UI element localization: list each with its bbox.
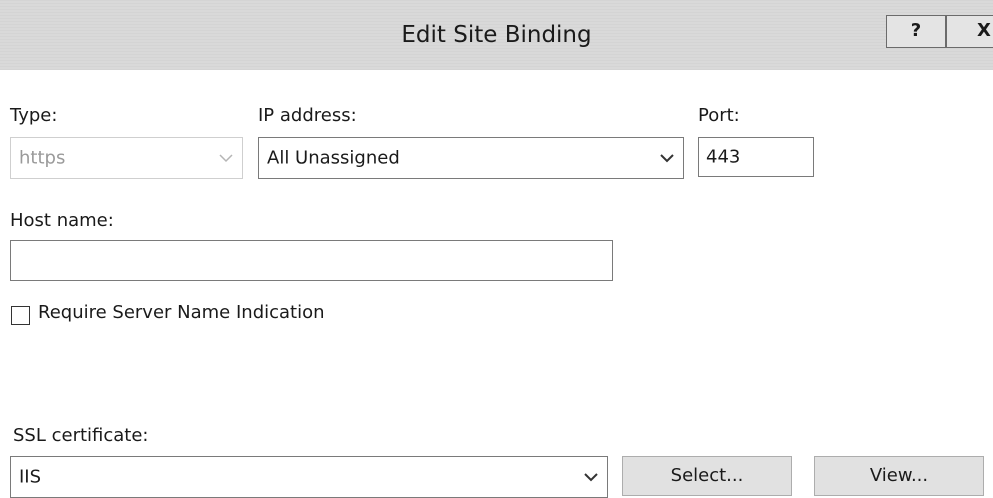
close-button[interactable]: X bbox=[946, 15, 993, 48]
host-name-input[interactable] bbox=[10, 240, 613, 281]
ip-address-value: All Unassigned bbox=[267, 147, 400, 169]
ssl-certificate-select[interactable]: IIS bbox=[10, 456, 608, 498]
chevron-down-icon bbox=[660, 154, 674, 163]
host-name-label: Host name: bbox=[10, 210, 114, 231]
sni-checkbox[interactable] bbox=[11, 306, 30, 325]
sni-label[interactable]: Require Server Name Indication bbox=[38, 302, 325, 323]
help-button[interactable]: ? bbox=[886, 15, 946, 48]
view-certificate-button[interactable]: View... bbox=[814, 456, 984, 496]
ssl-certificate-value: IIS bbox=[19, 466, 42, 488]
chevron-down-icon bbox=[219, 154, 233, 163]
ssl-certificate-label: SSL certificate: bbox=[13, 425, 149, 446]
ip-address-label: IP address: bbox=[258, 105, 357, 126]
type-label: Type: bbox=[10, 105, 58, 126]
type-select[interactable]: https bbox=[10, 137, 243, 179]
ip-address-select[interactable]: All Unassigned bbox=[258, 137, 684, 179]
dialog-title: Edit Site Binding bbox=[401, 22, 592, 48]
port-input[interactable]: 443 bbox=[698, 137, 814, 177]
chevron-down-icon bbox=[584, 473, 598, 482]
port-value: 443 bbox=[706, 146, 741, 168]
type-value: https bbox=[19, 147, 66, 169]
select-certificate-button[interactable]: Select... bbox=[622, 456, 792, 496]
title-bar: Edit Site Binding ? X bbox=[0, 0, 993, 70]
port-label: Port: bbox=[698, 105, 740, 126]
